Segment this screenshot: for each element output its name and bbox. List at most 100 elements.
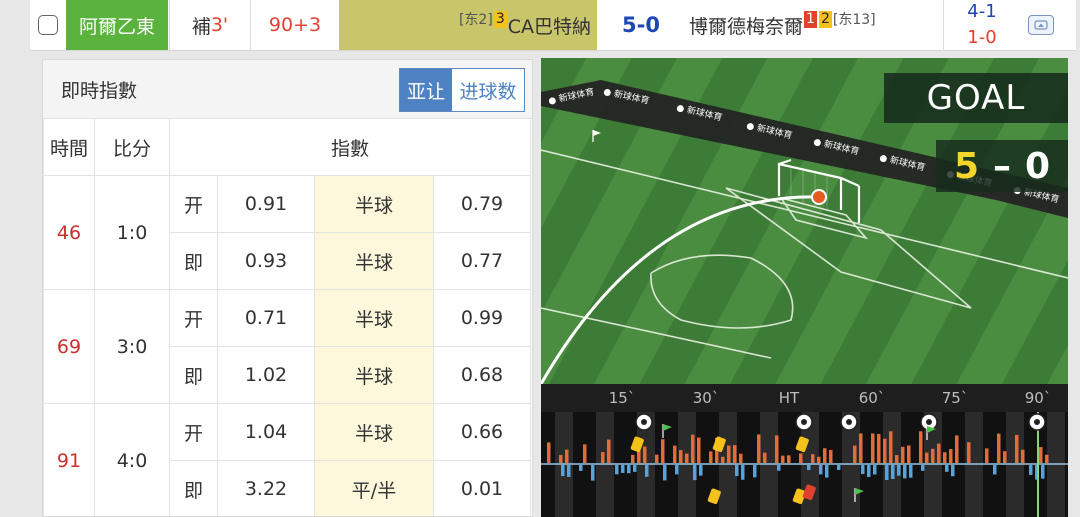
odds-line: 半球	[314, 175, 434, 233]
status-minute: 3'	[210, 14, 229, 36]
live-animation[interactable]: ● 新球体育 ● 新球体育 ● 新球体育 ● 新球体育 ● 新球体育 ● 新球体育 ● 新球…	[541, 58, 1068, 517]
home-attack-bar	[799, 453, 803, 463]
away-attack-bar	[777, 465, 781, 471]
overlay-dash: –	[993, 145, 1011, 187]
goal-ball-icon	[641, 419, 647, 425]
home-attack-bar	[949, 449, 953, 463]
table-row: 46 1:0 开 0.91 半球 0.79	[43, 175, 531, 290]
away-attack-bar	[951, 465, 955, 477]
away-attack-bar	[903, 465, 907, 479]
away-attack-bar	[579, 465, 583, 471]
home-attack-bar	[877, 433, 881, 463]
match-row[interactable]: 阿爾乙東 補 3' 90+3 [东2] 3 CA巴特納 5-0 博爾德梅奈爾 1 …	[30, 0, 1076, 51]
home-attack-bar	[931, 448, 935, 463]
away-attack-bar	[621, 465, 625, 473]
odds-score: 1:0	[94, 175, 170, 290]
halftime-score: 4-1 1-0	[943, 0, 1020, 50]
home-attack-bar	[907, 445, 911, 463]
home-attack-bar	[565, 449, 569, 463]
league-name[interactable]: 阿爾乙東	[66, 0, 168, 50]
timeline-tick: 30`	[692, 389, 720, 407]
odds-home: 0.93	[217, 232, 315, 290]
away-attack-bar	[993, 465, 997, 475]
odds-home: 1.02	[217, 346, 315, 404]
home-attack-bar	[607, 439, 611, 463]
away-attack-bar	[819, 465, 823, 475]
home-attack-bar	[655, 454, 659, 463]
home-attack-bar	[631, 454, 635, 463]
home-attack-bar	[1015, 434, 1019, 463]
away-team[interactable]: 博爾德梅奈爾 1 2 [东13]	[685, 0, 943, 50]
away-attack-bar	[741, 465, 745, 480]
match-score[interactable]: 5-0	[597, 0, 685, 50]
home-attack-bar	[895, 455, 899, 463]
away-attack-bar	[591, 465, 595, 481]
goal-ball-icon	[1034, 419, 1040, 425]
odds-tabs: 亚让 进球数	[399, 68, 525, 112]
away-yellow-card-badge: 2	[818, 11, 832, 28]
home-attack-bar	[1045, 454, 1049, 463]
header-index: 指數	[169, 118, 531, 176]
goal-banner: GOAL	[884, 73, 1068, 123]
home-attack-bar	[739, 453, 743, 463]
odds-type: 开	[169, 289, 218, 347]
home-attack-bar	[697, 437, 701, 463]
header-score: 比分	[94, 118, 170, 176]
odds-away: 0.01	[433, 460, 531, 516]
home-attack-bar	[955, 435, 959, 463]
collapse-button[interactable]	[1028, 15, 1054, 35]
away-attack-bar	[675, 465, 679, 475]
odds-score: 3:0	[94, 289, 170, 404]
overlay-home-goals: 5	[953, 145, 979, 187]
odds-home: 0.91	[217, 175, 315, 233]
away-attack-bar	[753, 465, 757, 478]
odds-home: 1.04	[217, 403, 315, 461]
odds-type: 即	[169, 460, 218, 516]
tab-total-goals[interactable]: 进球数	[452, 69, 524, 111]
tab-handicap[interactable]: 亚让	[400, 69, 452, 111]
away-attack-bar	[885, 465, 889, 480]
odds-table-header: 時間 比分 指數	[43, 118, 531, 176]
away-attack-bar	[735, 465, 739, 477]
away-attack-bar	[945, 465, 949, 472]
home-attack-bar	[781, 455, 785, 463]
home-attack-bar	[937, 443, 941, 463]
elapsed-time: 90+3	[250, 0, 339, 50]
home-rank: [东2]	[458, 12, 493, 28]
follow-checkbox[interactable]	[38, 15, 58, 35]
match-status: 補 3'	[169, 0, 250, 50]
live-odds-panel: 即時指數 亚让 进球数 時間 比分 指數 46 1:0 开 0.91 半球 0.…	[42, 59, 533, 517]
home-attack-bar	[727, 445, 731, 463]
odds-minute: 46	[43, 175, 95, 290]
home-attack-bar	[985, 448, 989, 463]
odds-home: 3.22	[217, 460, 315, 516]
home-attack-bar	[679, 450, 683, 463]
away-attack-bar	[861, 465, 865, 475]
table-row: 69 3:0 开 0.71 半球 0.99	[43, 289, 531, 404]
goal-ball-icon	[926, 419, 932, 425]
odds-away: 0.68	[433, 346, 531, 404]
goal-score-overlay: 5 – 0	[936, 140, 1068, 192]
odds-line: 半球	[314, 232, 434, 290]
home-attack-bar	[775, 435, 779, 463]
away-red-card-badge: 1	[804, 11, 817, 28]
away-team-name: 博爾德梅奈爾	[689, 15, 804, 38]
home-attack-bar	[643, 446, 647, 463]
home-attack-bar	[871, 433, 875, 463]
home-attack-bar	[901, 446, 905, 463]
home-attack-bar	[853, 445, 857, 463]
home-team[interactable]: [东2] 3 CA巴特納	[339, 0, 597, 50]
home-attack-bar	[1003, 451, 1007, 463]
odds-minute: 69	[43, 289, 95, 404]
home-attack-bar	[967, 442, 971, 463]
header-time: 時間	[43, 118, 95, 176]
odds-away: 0.66	[433, 403, 531, 461]
away-attack-bar	[873, 465, 877, 475]
odds-type: 即	[169, 232, 218, 290]
goal-ball-icon	[801, 419, 807, 425]
odds-away: 0.77	[433, 232, 531, 290]
event-timeline[interactable]: 15` 30` HT 60` 75` 90`	[541, 384, 1068, 517]
home-attack-bar	[997, 433, 1001, 463]
home-attack-bar	[829, 450, 833, 463]
away-attack-bar	[693, 465, 697, 481]
